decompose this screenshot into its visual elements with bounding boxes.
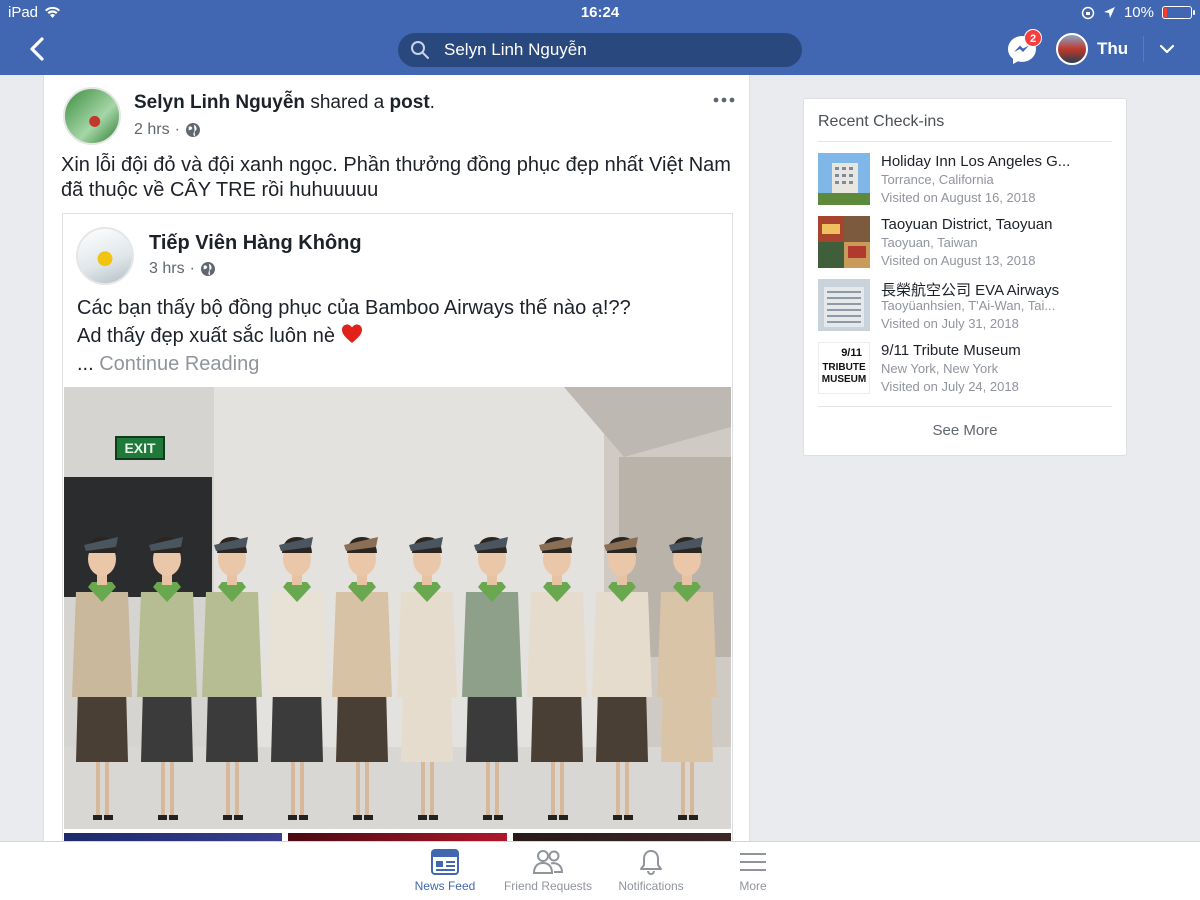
more-options-icon[interactable] (713, 93, 735, 107)
checkin-item[interactable]: 長榮航空公司 EVA Airways Taoyüanhsien, T'Ai-Wa… (818, 279, 1114, 335)
orientation-lock-icon (1081, 6, 1095, 19)
checkin-location: Taoyuan, Taiwan (881, 235, 978, 250)
checkin-location: Taoyüanhsien, T'Ai-Wan, Tai... (881, 298, 1056, 313)
ellipsis: ... (77, 353, 94, 375)
shared-author-avatar[interactable] (76, 227, 134, 285)
author-avatar[interactable] (63, 87, 121, 145)
museum-logo-line-2: TRIBUTE (822, 362, 866, 373)
post-header: Selyn Linh Nguyễn shared a post. (134, 92, 435, 114)
hotel-thumbnail (818, 153, 870, 205)
tab-label: More (739, 879, 767, 893)
exit-sign: EXIT (124, 440, 156, 456)
meta-separator: · (189, 260, 195, 277)
post-time[interactable]: 2 hrs (134, 121, 170, 139)
back-chevron-icon[interactable] (26, 36, 50, 62)
shared-line-1: Các bạn thấy bộ đồng phục của Bamboo Air… (77, 297, 631, 319)
tab-more[interactable]: More (703, 848, 803, 893)
battery-percent: 10% (1123, 4, 1154, 21)
battery-icon (1162, 6, 1195, 19)
author-name[interactable]: Selyn Linh Nguyễn (134, 92, 305, 113)
continue-reading-link[interactable]: Continue Reading (99, 353, 259, 375)
messenger-badge: 2 (1024, 29, 1042, 47)
shared-post-time[interactable]: 3 hrs (149, 260, 185, 278)
divider (1143, 36, 1144, 62)
globe-icon (185, 123, 200, 137)
checkin-date: Visited on August 13, 2018 (881, 253, 1036, 268)
checkin-name: 長榮航空公司 EVA Airways (881, 282, 1060, 299)
action-suffix: . (429, 92, 435, 113)
news-feed-icon (431, 849, 459, 875)
divider (818, 406, 1112, 407)
clock: 16:24 (580, 4, 620, 21)
chevron-down-icon[interactable] (1158, 40, 1176, 58)
search-query: Selyn Linh Nguyễn (444, 40, 587, 59)
user-name: Thu (1097, 39, 1129, 58)
bell-icon (640, 850, 662, 876)
profile-button[interactable]: Thu (1056, 33, 1128, 65)
checkin-location: Torrance, California (881, 172, 994, 187)
checkin-date: Visited on July 24, 2018 (881, 379, 1019, 394)
meta-separator: · (174, 121, 180, 138)
shared-post-text: Các bạn thấy bộ đồng phục của Bamboo Air… (77, 294, 717, 378)
search-input[interactable]: Selyn Linh Nguyễn (398, 33, 802, 67)
post-meta: 2 hrs · (134, 121, 201, 139)
shared-post-meta: 3 hrs · (149, 260, 216, 278)
checkin-item[interactable]: 9/11 TRIBUTE MUSEUM 9/11 Tribute Museum … (818, 342, 1114, 398)
action-object-link[interactable]: post (390, 92, 430, 113)
globe-icon (200, 262, 215, 276)
feed-post: Selyn Linh Nguyễn shared a post. 2 hrs ·… (43, 75, 750, 855)
tab-label: Notifications (618, 879, 684, 893)
checkin-date: Visited on July 31, 2018 (881, 316, 1019, 331)
tab-label: News Feed (414, 879, 476, 893)
card-title: Recent Check-ins (818, 113, 945, 130)
shared-post[interactable]: Tiếp Viên Hàng Không 3 hrs · Các bạn thấ… (62, 213, 733, 855)
post-photo[interactable]: EXIT (64, 387, 731, 829)
continue-reading-row: ... Continue Reading (77, 350, 717, 378)
district-thumbnail (818, 216, 870, 268)
checkin-name: 9/11 Tribute Museum (881, 342, 1021, 359)
museum-logo-line-3: MUSEUM (822, 374, 866, 385)
checkin-location: New York, New York (881, 361, 999, 376)
checkin-item[interactable]: Taoyuan District, Taoyuan Taoyuan, Taiwa… (818, 216, 1114, 272)
shared-author-name[interactable]: Tiếp Viên Hàng Không (149, 232, 362, 255)
museum-logo-thumbnail: 9/11 TRIBUTE MUSEUM (818, 342, 870, 394)
post-text: Xin lỗi đội đỏ và đội xanh ngọc. Phần th… (61, 154, 731, 201)
tab-notifications[interactable]: Notifications (601, 848, 701, 893)
airline-building-thumbnail (818, 279, 870, 331)
see-more-link[interactable]: See More (804, 422, 1126, 439)
avatar (1056, 33, 1088, 65)
museum-logo-line-1: 9/11 (841, 347, 862, 359)
status-bar: iPad 16:24 10% (0, 0, 1200, 24)
action-prefix: shared a (310, 92, 385, 113)
friend-requests-icon (532, 850, 564, 874)
checkin-date: Visited on August 16, 2018 (881, 190, 1036, 205)
heart-emoji-icon (341, 324, 362, 343)
recent-checkins-card: Recent Check-ins Holiday Inn Los Angeles… (803, 98, 1127, 456)
location-arrow-icon (1103, 7, 1115, 18)
checkin-name: Taoyuan District, Taoyuan (881, 216, 1053, 233)
divider (818, 141, 1112, 142)
tab-news-feed[interactable]: News Feed (395, 848, 495, 893)
checkin-name: Holiday Inn Los Angeles G... (881, 153, 1071, 170)
search-icon (411, 41, 429, 59)
bottom-tab-bar: News Feed Friend Requests Notifications … (0, 841, 1200, 900)
top-navigation-bar: iPad 16:24 10% Selyn Linh Nguyễn 2 Thu (0, 0, 1200, 75)
checkin-item[interactable]: Holiday Inn Los Angeles G... Torrance, C… (818, 153, 1114, 209)
tab-friend-requests[interactable]: Friend Requests (498, 848, 598, 893)
hamburger-icon (740, 853, 766, 871)
shared-line-2: Ad thấy đẹp xuất sắc luôn nè (77, 322, 717, 350)
tab-label: Friend Requests (503, 879, 593, 893)
